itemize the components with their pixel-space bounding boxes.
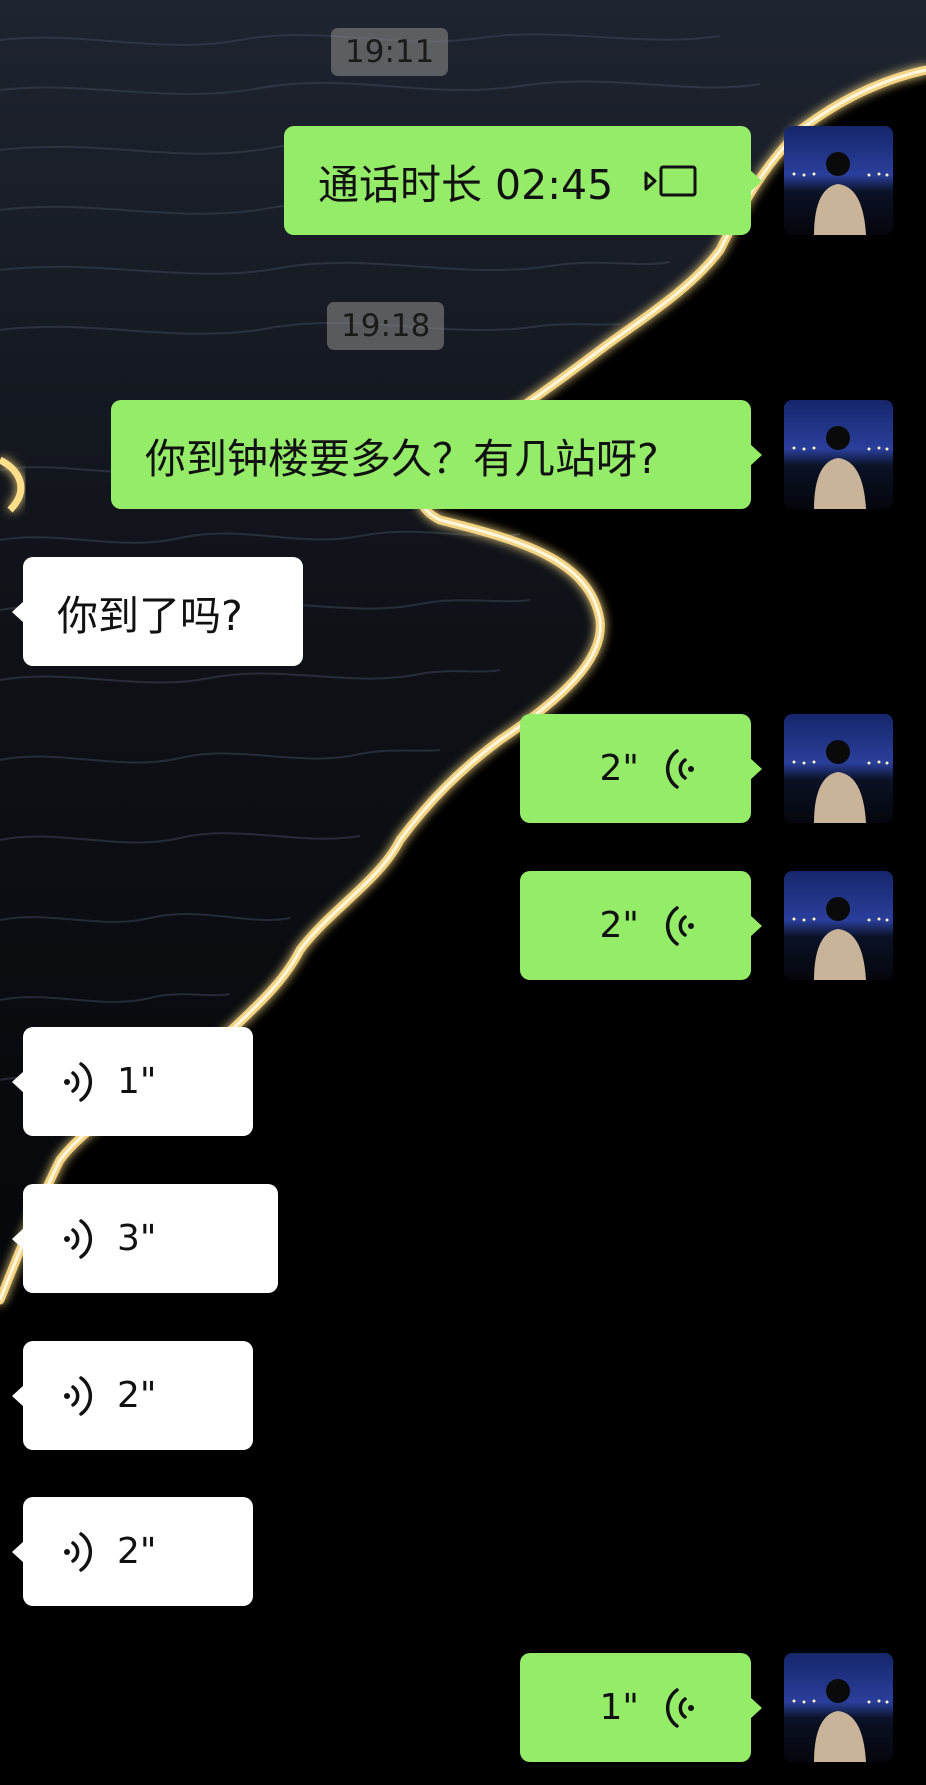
avatar[interactable] [784, 1653, 893, 1762]
voice-wave-right-icon [61, 1530, 95, 1574]
call-record-bubble[interactable]: 通话时长 02:45 [284, 126, 762, 235]
video-call-icon [643, 163, 699, 199]
timestamp: 19:11 [331, 28, 449, 76]
voice-wave-left-icon [663, 1686, 697, 1730]
voice-message-bubble[interactable]: 1" [12, 1027, 253, 1136]
voice-duration: 2" [599, 748, 639, 789]
voice-duration: 2" [117, 1375, 157, 1416]
voice-wave-right-icon [61, 1060, 95, 1104]
voice-message-bubble[interactable]: 2" [520, 871, 762, 980]
call-duration-text: 通话时长 02:45 [318, 160, 614, 209]
voice-wave-right-icon [61, 1217, 95, 1261]
avatar[interactable] [784, 871, 893, 980]
voice-message-bubble[interactable]: 3" [12, 1184, 278, 1293]
voice-message-bubble[interactable]: 2" [520, 714, 762, 823]
voice-duration: 2" [599, 905, 639, 946]
message-bubble[interactable]: 你到钟楼要多久？有几站呀? [111, 400, 762, 509]
avatar[interactable] [784, 714, 893, 823]
voice-wave-right-icon [61, 1374, 95, 1418]
voice-message-bubble[interactable]: 2" [12, 1341, 253, 1450]
voice-duration: 1" [117, 1061, 157, 1102]
voice-message-bubble[interactable]: 2" [12, 1497, 253, 1606]
message-text: 你到钟楼要多久？有几站呀? [145, 434, 659, 483]
avatar[interactable] [784, 126, 893, 235]
message-text: 你到了吗? [57, 591, 243, 640]
timestamp: 19:18 [327, 302, 445, 350]
voice-wave-left-icon [663, 904, 697, 948]
voice-message-bubble[interactable]: 1" [520, 1653, 762, 1762]
voice-duration: 2" [117, 1531, 157, 1572]
avatar[interactable] [784, 400, 893, 509]
message-bubble[interactable]: 你到了吗? [12, 557, 303, 666]
voice-duration: 1" [599, 1687, 639, 1728]
voice-duration: 3" [117, 1218, 157, 1259]
voice-wave-left-icon [663, 747, 697, 791]
